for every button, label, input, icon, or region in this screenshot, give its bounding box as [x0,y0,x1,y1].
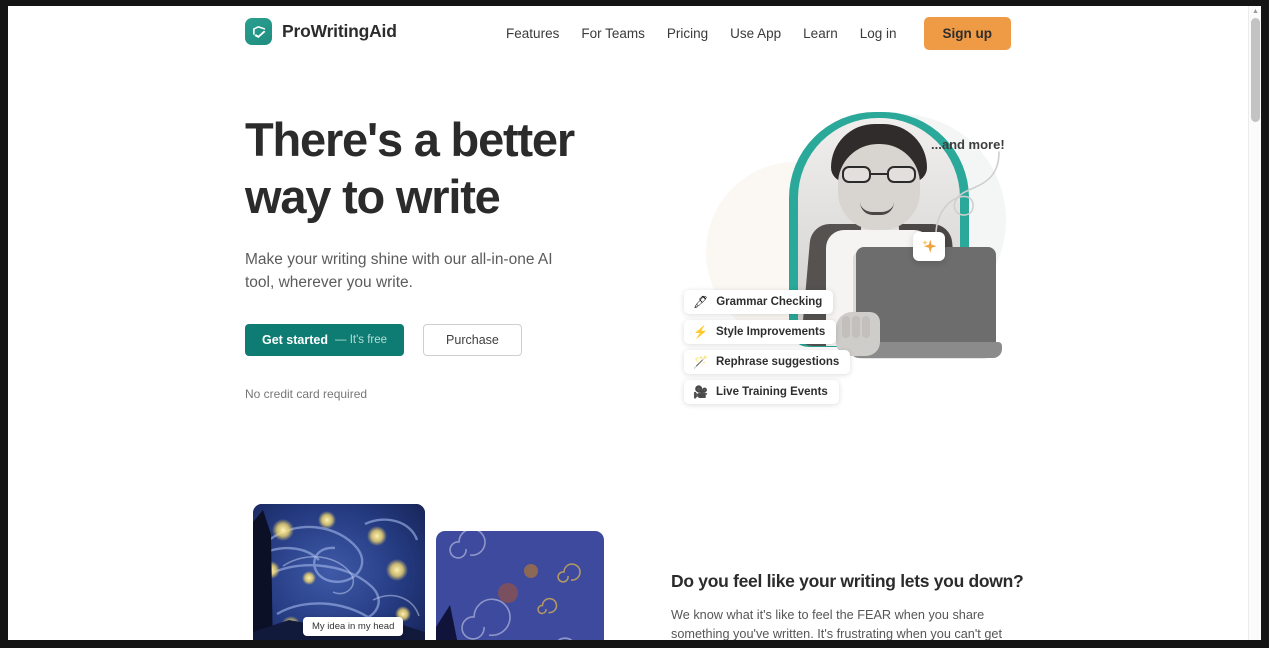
feature-pill-label: Rephrase suggestions [715,356,840,368]
lightning-bolt-icon: ⚡ [693,325,708,339]
window-right-edge [1261,0,1269,648]
section-heading: Do you feel like your writing lets you d… [671,571,1024,591]
feature-pill-rephrase-suggestions: 🪄 Rephrase suggestions [684,350,851,374]
sign-up-button[interactable]: Sign up [923,17,1011,50]
hero-copy: There's a better way to write Make your … [245,111,635,401]
window-left-edge [0,0,8,648]
main-navigation: Features For Teams Pricing Use App Learn… [495,17,1011,50]
feature-pill-label: Style Improvements [715,326,826,338]
hero-cta-group: Get started — It's free Purchase [245,324,635,356]
get-started-free-note: — It's free [335,334,388,346]
page-viewport: ProWritingAid Features For Teams Pricing… [8,6,1261,640]
scrollbar-thumb[interactable] [1251,18,1260,122]
glasses-icon [842,166,916,183]
face [838,144,920,230]
image-caption-badge: My idea in my head [303,617,404,636]
prowritingaid-logo-icon [245,18,272,45]
nav-link-log-in[interactable]: Log in [849,20,908,47]
nav-link-features[interactable]: Features [495,20,570,47]
video-camera-icon: 🎥 [693,385,708,399]
feature-pill-style-improvements: ⚡ Style Improvements [684,320,837,344]
vertical-scrollbar[interactable]: ▲ [1248,6,1261,640]
starry-night-illustration-group: My idea in my head [253,504,604,640]
hero-illustration: ...and more! 🖋 Grammar Checking ⚡ Style … [676,84,1021,424]
get-started-label: Get started [262,333,328,347]
hero-title: There's a better way to write [245,113,575,223]
nav-link-for-teams[interactable]: For Teams [570,20,656,47]
brand-logo-link[interactable]: ProWritingAid [245,18,397,45]
section-body-text: We know what it's like to feel the FEAR … [671,608,1002,640]
no-credit-card-note: No credit card required [245,387,368,401]
feature-pill-grammar-checking: 🖋 Grammar Checking [684,290,834,314]
get-started-button[interactable]: Get started — It's free [245,324,405,356]
sparkle-icon [913,232,945,261]
nav-link-learn[interactable]: Learn [792,20,849,47]
hero-section: There's a better way to write Make your … [8,64,1248,484]
feature-pill-live-training-events: 🎥 Live Training Events [684,380,839,404]
feature-pill-list: 🖋 Grammar Checking ⚡ Style Improvements … [684,290,920,410]
plain-blue-canvas-card [436,531,604,640]
feature-pill-label: Live Training Events [715,386,828,398]
hero-subtitle: Make your writing shine with our all-in-… [245,251,553,291]
nav-link-pricing[interactable]: Pricing [656,20,719,47]
window-top-bar [0,0,1269,6]
scrollbar-up-arrow-icon[interactable]: ▲ [1252,8,1259,15]
magic-wand-icon: 🪄 [693,355,708,369]
feather-pen-icon: 🖋 [693,295,709,309]
site-header: ProWritingAid Features For Teams Pricing… [8,6,1248,64]
section-two-copy: Do you feel like your writing lets you d… [671,571,1024,640]
and-more-label: ...and more! [931,137,1005,152]
purchase-button[interactable]: Purchase [423,324,522,356]
brand-name: ProWritingAid [282,21,397,41]
writing-lets-you-down-section: My idea in my head Do you feel like your… [8,484,1248,640]
nav-link-use-app[interactable]: Use App [719,20,792,47]
feature-pill-label: Grammar Checking [716,296,823,308]
window-bottom-bar [0,640,1269,648]
